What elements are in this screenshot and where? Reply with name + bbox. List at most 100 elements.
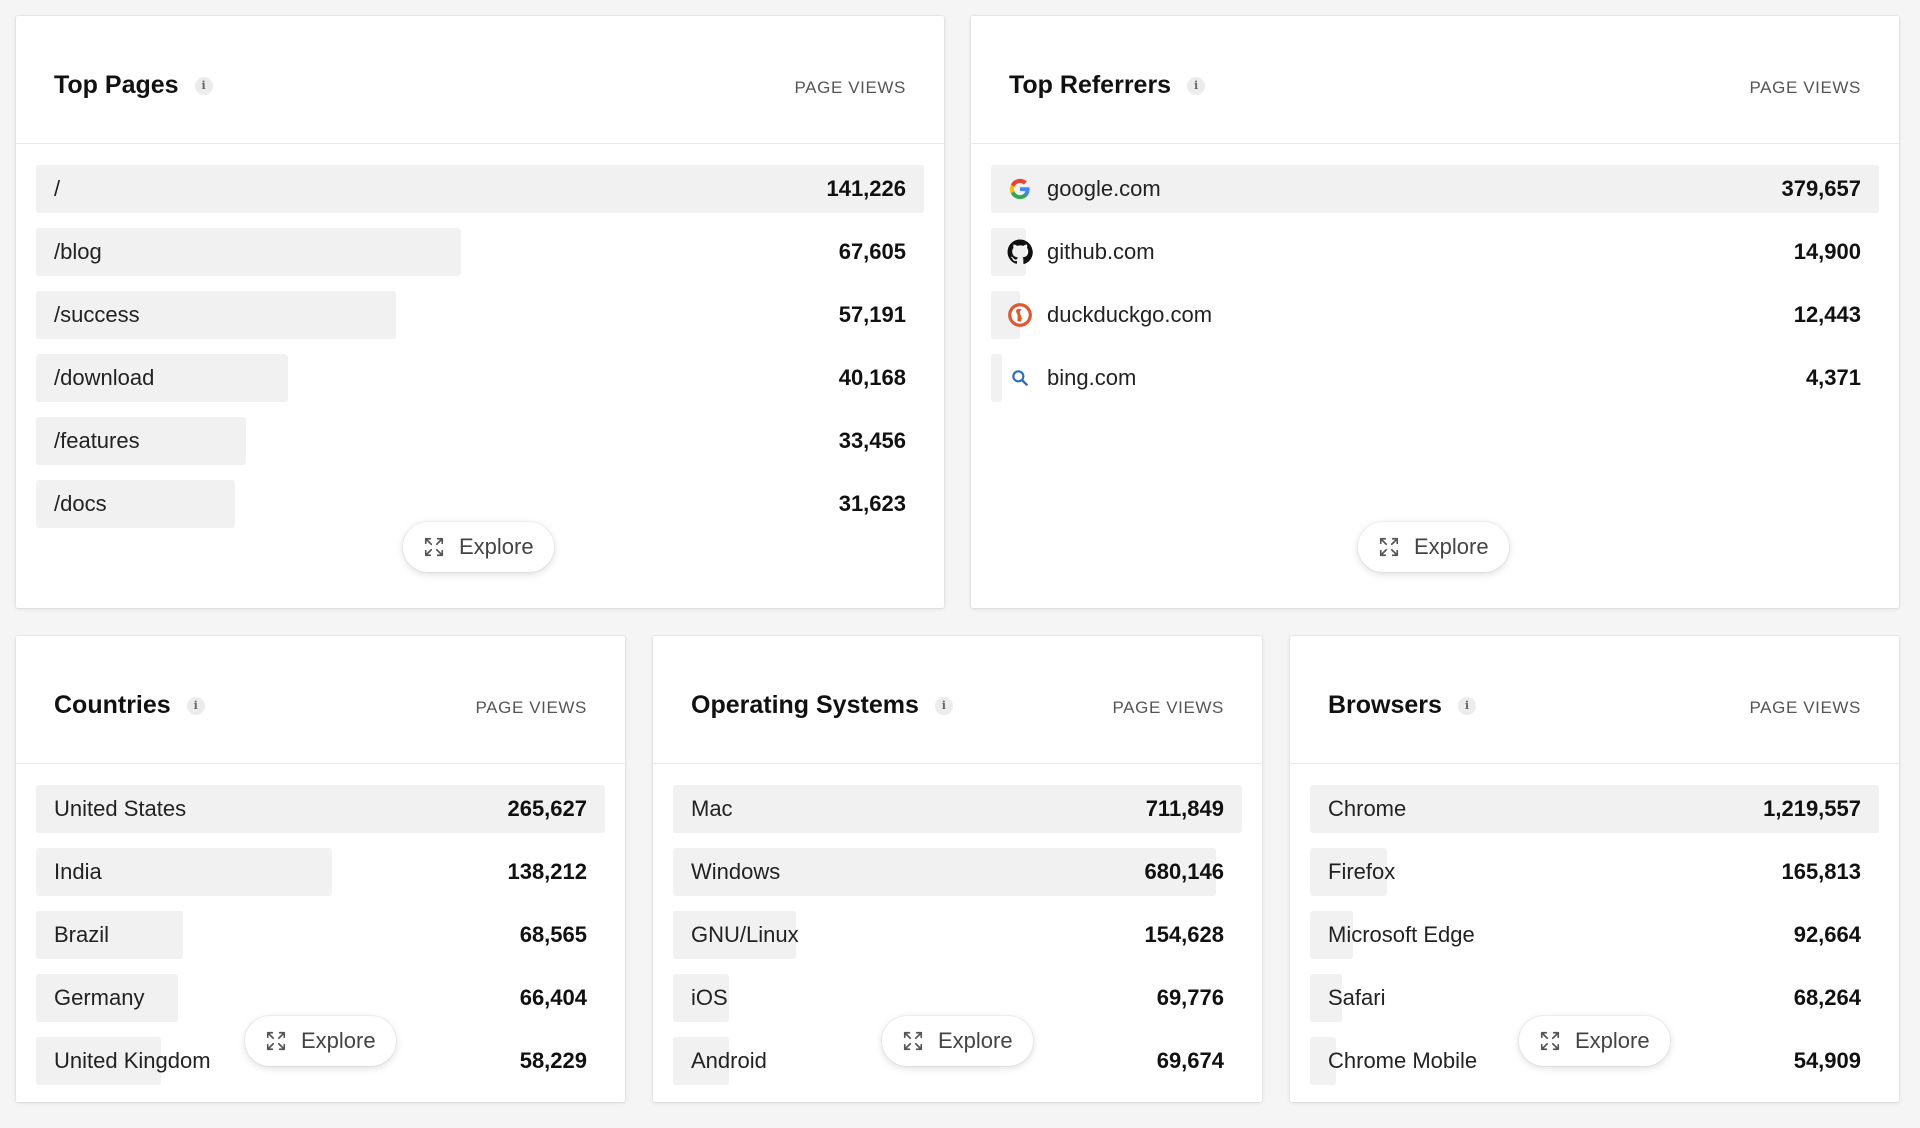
list-item-label: /docs	[54, 491, 107, 516]
list-item[interactable]: Microsoft Edge 92,664	[1310, 911, 1879, 959]
list-item-value: 141,226	[826, 176, 906, 201]
info-icon[interactable]: i	[1187, 76, 1206, 95]
card-title: Operating Systems i	[691, 691, 953, 720]
list-item[interactable]: /success 57,191	[36, 291, 924, 339]
list-item-label: Firefox	[1328, 859, 1396, 884]
list-item-label: iOS	[691, 985, 728, 1010]
explore-label: Explore	[938, 1028, 1013, 1053]
list-item-label: github.com	[1047, 239, 1155, 264]
info-icon[interactable]: i	[934, 696, 953, 715]
list-item[interactable]: /blog 67,605	[36, 228, 924, 276]
card-header: Countries i PAGE VIEWS	[16, 636, 625, 764]
list-item[interactable]: /download 40,168	[36, 354, 924, 402]
operating-systems-card: Operating Systems i PAGE VIEWS Mac 711,84…	[653, 636, 1262, 1102]
row-list: / 141,226/blog 67,605/success 57,191/downlo…	[36, 165, 924, 543]
list-item-value: 31,623	[838, 491, 906, 516]
expand-icon	[1539, 1030, 1561, 1052]
list-item-label-wrap: Mac	[691, 785, 733, 833]
list-item[interactable]: /docs 31,623	[36, 480, 924, 528]
list-item-label: United Kingdom	[54, 1048, 211, 1073]
github-icon	[1007, 239, 1033, 265]
list-item[interactable]: Safari 68,264	[1310, 974, 1879, 1022]
list-item[interactable]: bing.com 4,371	[991, 354, 1879, 402]
list-item-value: 58,229	[519, 1048, 587, 1073]
explore-label: Explore	[459, 534, 534, 559]
list-item[interactable]: Brazil 68,565	[36, 911, 605, 959]
list-item[interactable]: github.com 14,900	[991, 228, 1879, 276]
explore-button[interactable]: Explore	[1358, 522, 1509, 572]
list-item-label-wrap: iOS	[691, 974, 728, 1022]
list-item[interactable]: /features 33,456	[36, 417, 924, 465]
list-item-label: google.com	[1047, 176, 1161, 201]
list-item-label: /features	[54, 428, 140, 453]
list-item-value: 711,849	[1145, 796, 1224, 821]
list-item[interactable]: United States 265,627	[36, 785, 605, 833]
list-item-label: Chrome	[1328, 796, 1407, 821]
list-item-label: Brazil	[54, 922, 110, 947]
list-item[interactable]: google.com 379,657	[991, 165, 1879, 213]
list-item-label-wrap: Windows	[691, 848, 780, 896]
info-icon[interactable]: i	[1457, 696, 1476, 715]
explore-button[interactable]: Explore	[245, 1016, 396, 1066]
list-item-label-wrap: Firefox	[1328, 848, 1395, 896]
list-item-label: Microsoft Edge	[1328, 922, 1475, 947]
duckduckgo-icon	[1007, 302, 1033, 328]
column-header: PAGE VIEWS	[475, 698, 587, 717]
list-item-value: 14,900	[1793, 239, 1861, 264]
list-item-value: 69,674	[1156, 1048, 1224, 1073]
value-bar	[36, 165, 924, 213]
list-item[interactable]: Mac 711,849	[673, 785, 1242, 833]
list-item[interactable]: Firefox 165,813	[1310, 848, 1879, 896]
list-item[interactable]: Germany 66,404	[36, 974, 605, 1022]
list-item-value: 265,627	[507, 796, 587, 821]
list-item-label: Android	[691, 1048, 767, 1073]
explore-button[interactable]: Explore	[403, 522, 554, 572]
list-item[interactable]: iOS 69,776	[673, 974, 1242, 1022]
list-item-label-wrap: United Kingdom	[54, 1037, 211, 1085]
list-item-label: United States	[54, 796, 187, 821]
list-item[interactable]: India 138,212	[36, 848, 605, 896]
list-item[interactable]: Chrome 1,219,557	[1310, 785, 1879, 833]
list-item-label: bing.com	[1047, 365, 1137, 390]
dashboard: Top Pages i PAGE VIEWS / 141,226/blog 67,6…	[0, 0, 1920, 1128]
expand-icon	[423, 536, 445, 558]
card-title-text: Operating Systems	[691, 691, 919, 719]
column-header: PAGE VIEWS	[794, 78, 906, 97]
info-icon[interactable]: i	[186, 696, 205, 715]
browsers-card: Browsers i PAGE VIEWS Chrome 1,219,557 Fir…	[1290, 636, 1899, 1102]
list-item[interactable]: / 141,226	[36, 165, 924, 213]
card-header: Top Pages i PAGE VIEWS	[16, 16, 944, 144]
list-item-value: 67,605	[838, 239, 906, 264]
list-item-label-wrap: Android	[691, 1037, 767, 1085]
column-header: PAGE VIEWS	[1749, 698, 1861, 717]
list-item-label-wrap: Chrome	[1328, 785, 1406, 833]
explore-button[interactable]: Explore	[1519, 1016, 1670, 1066]
list-item[interactable]: GNU/Linux 154,628	[673, 911, 1242, 959]
card-title: Top Pages i	[54, 71, 213, 100]
list-item-value: 1,219,557	[1763, 796, 1861, 821]
list-item-label: /download	[54, 365, 155, 390]
list-item-label-wrap: /success	[54, 291, 140, 339]
value-bar	[991, 354, 1002, 402]
list-item-value: 54,909	[1793, 1048, 1861, 1073]
list-item-value: 680,146	[1144, 859, 1224, 884]
list-item-label-wrap: Brazil	[54, 911, 109, 959]
top-pages-card: Top Pages i PAGE VIEWS / 141,226/blog 67,6…	[16, 16, 944, 608]
list-item[interactable]: Windows 680,146	[673, 848, 1242, 896]
list-item-value: 40,168	[838, 365, 906, 390]
list-item-label-wrap: United States	[54, 785, 186, 833]
explore-button[interactable]: Explore	[882, 1016, 1033, 1066]
list-item-label: /	[54, 176, 61, 201]
top-referrers-card: Top Referrers i PAGE VIEWS google.com 379…	[971, 16, 1899, 608]
info-icon[interactable]: i	[194, 76, 213, 95]
list-item-label-wrap: Microsoft Edge	[1328, 911, 1475, 959]
card-title-text: Browsers	[1328, 691, 1442, 719]
card-title-text: Top Pages	[54, 71, 179, 99]
list-item-value: 57,191	[838, 302, 906, 327]
list-item-label: Chrome Mobile	[1328, 1048, 1478, 1073]
list-item-value: 165,813	[1781, 859, 1861, 884]
list-item[interactable]: duckduckgo.com 12,443	[991, 291, 1879, 339]
list-item-label-wrap: /blog	[54, 228, 102, 276]
list-item-label-wrap: Safari	[1328, 974, 1385, 1022]
card-header: Top Referrers i PAGE VIEWS	[971, 16, 1899, 144]
